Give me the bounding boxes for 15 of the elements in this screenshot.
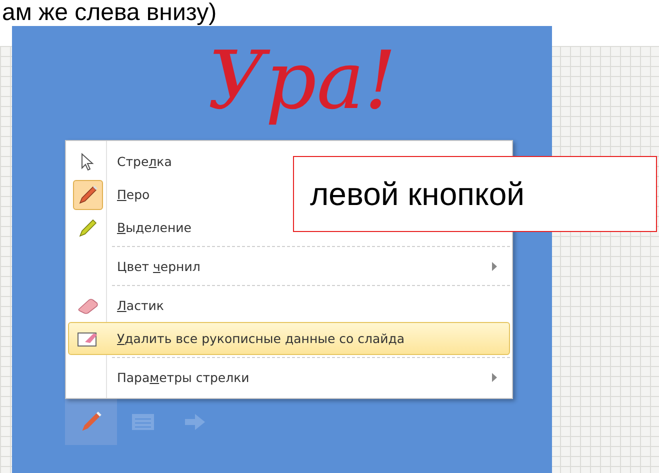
menu-item[interactable]: Цвет чернил [68, 250, 510, 283]
cursor-arrow-icon [81, 152, 95, 170]
menu-item[interactable]: Ластик [68, 289, 510, 322]
right-arrow-icon [183, 412, 207, 432]
slide-caption: ам же слева внизу) [1, 0, 217, 26]
annotation-tooltip: левой кнопкой [293, 156, 657, 232]
toolbar-button[interactable] [65, 399, 117, 445]
highlighter-icon [77, 216, 99, 238]
pen-icon [77, 184, 99, 206]
erase-slide-icon [77, 330, 99, 348]
menu-list-icon [131, 412, 155, 432]
menu-item[interactable]: Параметры стрелки [68, 361, 510, 394]
handwritten-text: Ура! [208, 33, 396, 129]
eraser-icon [77, 296, 99, 314]
menu-item[interactable]: Удалить все рукописные данные со слайда [68, 322, 510, 355]
